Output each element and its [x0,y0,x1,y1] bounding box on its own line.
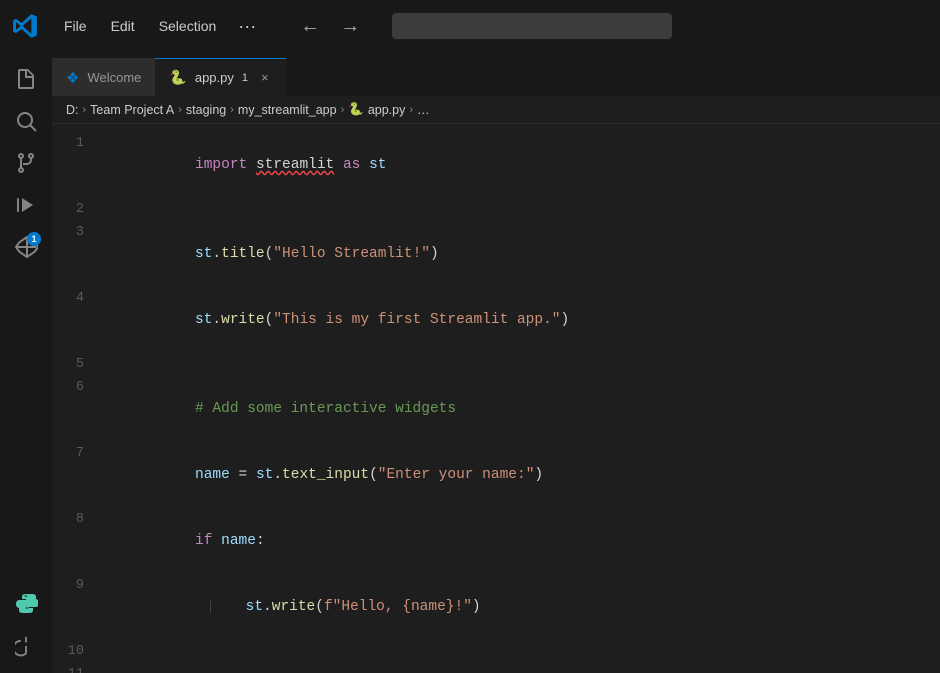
main-layout: 1 ❖ Welcome 🐍 [0,52,940,673]
code-line-8: 8 if name: [52,508,940,574]
app-py-tab-label: app.py [195,70,234,85]
code-line-2: 2 [52,198,940,221]
menu-file[interactable]: File [54,14,97,38]
code-line-9: 9 st.write(f"Hello, {name}!") [52,574,940,640]
python-file-icon: 🐍 [169,69,186,86]
breadcrumb-part-0[interactable]: D: [66,103,79,117]
menu-edit[interactable]: Edit [101,14,145,38]
nav-arrows: ← → [292,13,368,40]
activity-bar-bottom [7,585,45,665]
menu-selection[interactable]: Selection [149,14,227,38]
activity-icon-power[interactable] [7,627,45,665]
app-py-tab-close[interactable]: × [258,69,272,86]
code-line-6: 6 # Add some interactive widgets [52,376,940,442]
tab-welcome[interactable]: ❖ Welcome [52,58,155,96]
breadcrumb-part-5[interactable]: … [417,103,430,117]
menu-more[interactable]: ··· [230,12,264,41]
activity-icon-search[interactable] [7,102,45,140]
code-line-11: 11 number = st.slider("Pick a number:", … [52,663,940,673]
vscode-logo-icon [12,13,38,39]
activity-icon-extensions[interactable]: 1 [7,228,45,266]
search-bar[interactable] [392,13,672,39]
welcome-tab-icon: ❖ [66,69,79,87]
code-editor[interactable]: 1 import streamlit as st 2 3 st.title("H… [52,124,940,673]
menu-bar: File Edit Selection ··· [54,12,264,41]
breadcrumb-icon-py: 🐍 [348,102,364,117]
nav-back-button[interactable]: ← [292,13,328,40]
title-bar: File Edit Selection ··· ← → [0,0,940,52]
tab-app-py[interactable]: 🐍 app.py 1 × [155,58,285,96]
code-line-10: 10 [52,640,940,663]
code-line-1: 1 import streamlit as st [52,132,940,198]
activity-bar: 1 [0,52,52,673]
tabs-bar: ❖ Welcome 🐍 app.py 1 × [52,52,940,96]
extensions-badge: 1 [27,232,41,246]
code-line-3: 3 st.title("Hello Streamlit!") [52,221,940,287]
code-line-5: 5 [52,353,940,376]
breadcrumb-part-3[interactable]: my_streamlit_app [238,103,337,117]
activity-icon-run[interactable] [7,186,45,224]
activity-icon-explorer[interactable] [7,60,45,98]
nav-forward-button[interactable]: → [332,13,368,40]
breadcrumb-part-1[interactable]: Team Project A [90,103,174,117]
breadcrumb-part-2[interactable]: staging [186,103,226,117]
breadcrumb: D: › Team Project A › staging › my_strea… [52,96,940,124]
activity-icon-source-control[interactable] [7,144,45,182]
welcome-tab-label: Welcome [87,70,141,85]
code-line-4: 4 st.write("This is my first Streamlit a… [52,287,940,353]
editor-area: ❖ Welcome 🐍 app.py 1 × D: › Team Project… [52,52,940,673]
activity-icon-python[interactable] [7,585,45,623]
app-py-tab-modified: 1 [242,72,248,84]
code-line-7: 7 name = st.text_input("Enter your name:… [52,442,940,508]
breadcrumb-part-4[interactable]: app.py [368,103,406,117]
